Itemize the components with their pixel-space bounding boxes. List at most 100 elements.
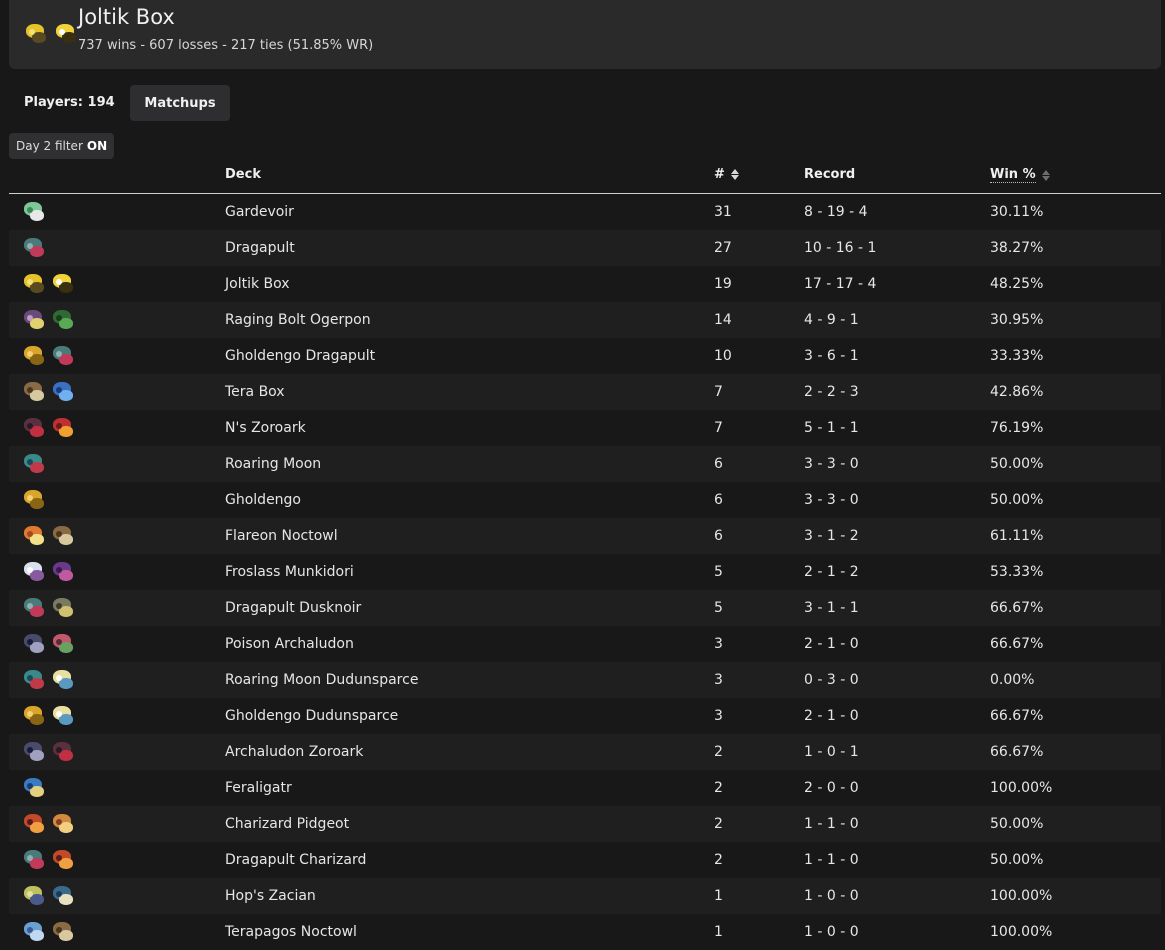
deck-name: Dragapult Dusknoir [225, 600, 362, 616]
win-rate: 66.67% [990, 708, 1044, 724]
table-row[interactable]: Dragapult Charizard 2 1 - 1 - 0 50.00% [9, 842, 1161, 878]
deck-count: 3 [714, 636, 723, 652]
deck-icons [21, 918, 76, 944]
table-row[interactable]: Gholdengo 6 3 - 3 - 0 50.00% [9, 482, 1161, 518]
table-row[interactable]: Joltik Box 19 17 - 17 - 4 48.25% [9, 266, 1161, 302]
win-rate: 33.33% [990, 348, 1044, 364]
deck-icons [21, 702, 76, 728]
column-header-deck: Deck [225, 167, 261, 182]
feraligatr-icon [21, 774, 47, 800]
win-rate: 0.00% [990, 672, 1035, 688]
roaring-moon-icon [21, 666, 47, 692]
matchups-button[interactable]: Matchups [130, 85, 230, 121]
deck-icons [21, 270, 76, 296]
day2-filter-toggle[interactable]: Day 2 filter ON [9, 133, 115, 159]
deck-record: 1 - 0 - 0 [804, 888, 859, 904]
deck-name: Raging Bolt Ogerpon [225, 312, 371, 328]
dudunsparce-icon [50, 666, 76, 692]
archaludon-icon [21, 630, 47, 656]
zacian-icon [21, 882, 47, 908]
deck-icons [21, 882, 76, 908]
deck-count: 14 [714, 312, 732, 328]
deck-record: 3 - 1 - 1 [804, 600, 859, 616]
deck-record: 3 - 6 - 1 [804, 348, 859, 364]
deck-icons [21, 558, 76, 584]
column-header-win[interactable]: Win % [990, 167, 1050, 183]
table-row[interactable]: Flareon Noctowl 6 3 - 1 - 2 61.11% [9, 518, 1161, 554]
charizard-icon [50, 846, 76, 872]
table-header: Deck # Record Win % [9, 160, 1161, 194]
deck-icons [21, 342, 76, 368]
table-row[interactable]: Roaring Moon Dudunsparce 3 0 - 3 - 0 0.00% [9, 662, 1161, 698]
table-row[interactable]: Dragapult Dusknoir 5 3 - 1 - 1 66.67% [9, 590, 1161, 626]
deck-count: 10 [714, 348, 732, 364]
deck-record: 3 - 1 - 2 [804, 528, 859, 544]
deck-record: 1 - 1 - 0 [804, 816, 859, 832]
win-rate: 66.67% [990, 636, 1044, 652]
table-row[interactable]: Charizard Pidgeot 2 1 - 1 - 0 50.00% [9, 806, 1161, 842]
table-row[interactable]: Froslass Munkidori 5 2 - 1 - 2 53.33% [9, 554, 1161, 590]
gardevoir-icon [21, 198, 47, 224]
deck-name: Tera Box [225, 384, 285, 400]
deck-count: 19 [714, 276, 732, 292]
deck-count: 7 [714, 420, 723, 436]
deck-record: 3 - 3 - 0 [804, 492, 859, 508]
table-row[interactable]: Terapagos Noctowl 1 1 - 0 - 0 100.00% [9, 914, 1161, 950]
table-row[interactable]: Poison Archaludon 3 2 - 1 - 0 66.67% [9, 626, 1161, 662]
deck-count: 27 [714, 240, 732, 256]
column-label-win: Win % [990, 167, 1036, 183]
players-count: Players: 194 [24, 95, 115, 110]
table-row[interactable]: Gardevoir 31 8 - 19 - 4 30.11% [9, 194, 1161, 230]
table-row[interactable]: Raging Bolt Ogerpon 14 4 - 9 - 1 30.95% [9, 302, 1161, 338]
deck-icons [21, 486, 47, 512]
deck-record: 10 - 16 - 1 [804, 240, 877, 256]
deck-name: Dragapult [225, 240, 295, 256]
deck-record: 17 - 17 - 4 [804, 276, 877, 292]
table-row[interactable]: Gholdengo Dudunsparce 3 2 - 1 - 0 66.67% [9, 698, 1161, 734]
deck-count: 7 [714, 384, 723, 400]
table-row[interactable]: Gholdengo Dragapult 10 3 - 6 - 1 33.33% [9, 338, 1161, 374]
pikachu-icon [53, 20, 79, 46]
table-row[interactable]: Dragapult 27 10 - 16 - 1 38.27% [9, 230, 1161, 266]
win-rate: 100.00% [990, 924, 1053, 940]
table-row[interactable]: Feraligatr 2 2 - 0 - 0 100.00% [9, 770, 1161, 806]
column-header-count[interactable]: # [714, 167, 739, 182]
deck-icons [21, 666, 76, 692]
page-title: Joltik Box [78, 5, 175, 29]
table-row[interactable]: N's Zoroark 7 5 - 1 - 1 76.19% [9, 410, 1161, 446]
deck-name: Charizard Pidgeot [225, 816, 350, 832]
deck-count: 2 [714, 852, 723, 868]
deck-count: 3 [714, 708, 723, 724]
deck-name: Roaring Moon Dudunsparce [225, 672, 419, 688]
deck-count: 6 [714, 528, 723, 544]
deck-icons [21, 378, 76, 404]
deck-name: Poison Archaludon [225, 636, 354, 652]
deck-record: 2 - 2 - 3 [804, 384, 859, 400]
noctowl-icon [50, 522, 76, 548]
table-row[interactable]: Roaring Moon 6 3 - 3 - 0 50.00% [9, 446, 1161, 482]
deck-icons [21, 810, 76, 836]
table-row[interactable]: Tera Box 7 2 - 2 - 3 42.86% [9, 374, 1161, 410]
header-deck-icons [23, 20, 79, 46]
archaludon-icon [21, 738, 47, 764]
dusknoir-icon [50, 594, 76, 620]
noctowl-icon [50, 918, 76, 944]
deck-name: Flareon Noctowl [225, 528, 338, 544]
deck-record: 3 - 3 - 0 [804, 456, 859, 472]
gholdengo-icon [21, 342, 47, 368]
table-row[interactable]: Archaludon Zoroark 2 1 - 0 - 1 66.67% [9, 734, 1161, 770]
sort-icon [1041, 169, 1050, 181]
pidgeot-icon [50, 810, 76, 836]
deck-count: 6 [714, 456, 723, 472]
deck-name: Terapagos Noctowl [225, 924, 357, 940]
gholdengo-icon [21, 702, 47, 728]
win-rate: 61.11% [990, 528, 1044, 544]
win-rate: 66.67% [990, 744, 1044, 760]
deck-record: 1 - 0 - 0 [804, 924, 859, 940]
deck-icons [21, 594, 76, 620]
table-row[interactable]: Hop's Zacian 1 1 - 0 - 0 100.00% [9, 878, 1161, 914]
joltik-icon [21, 270, 47, 296]
deck-icons [21, 414, 76, 440]
joltik-icon [23, 20, 49, 46]
deck-record: 5 - 1 - 1 [804, 420, 859, 436]
